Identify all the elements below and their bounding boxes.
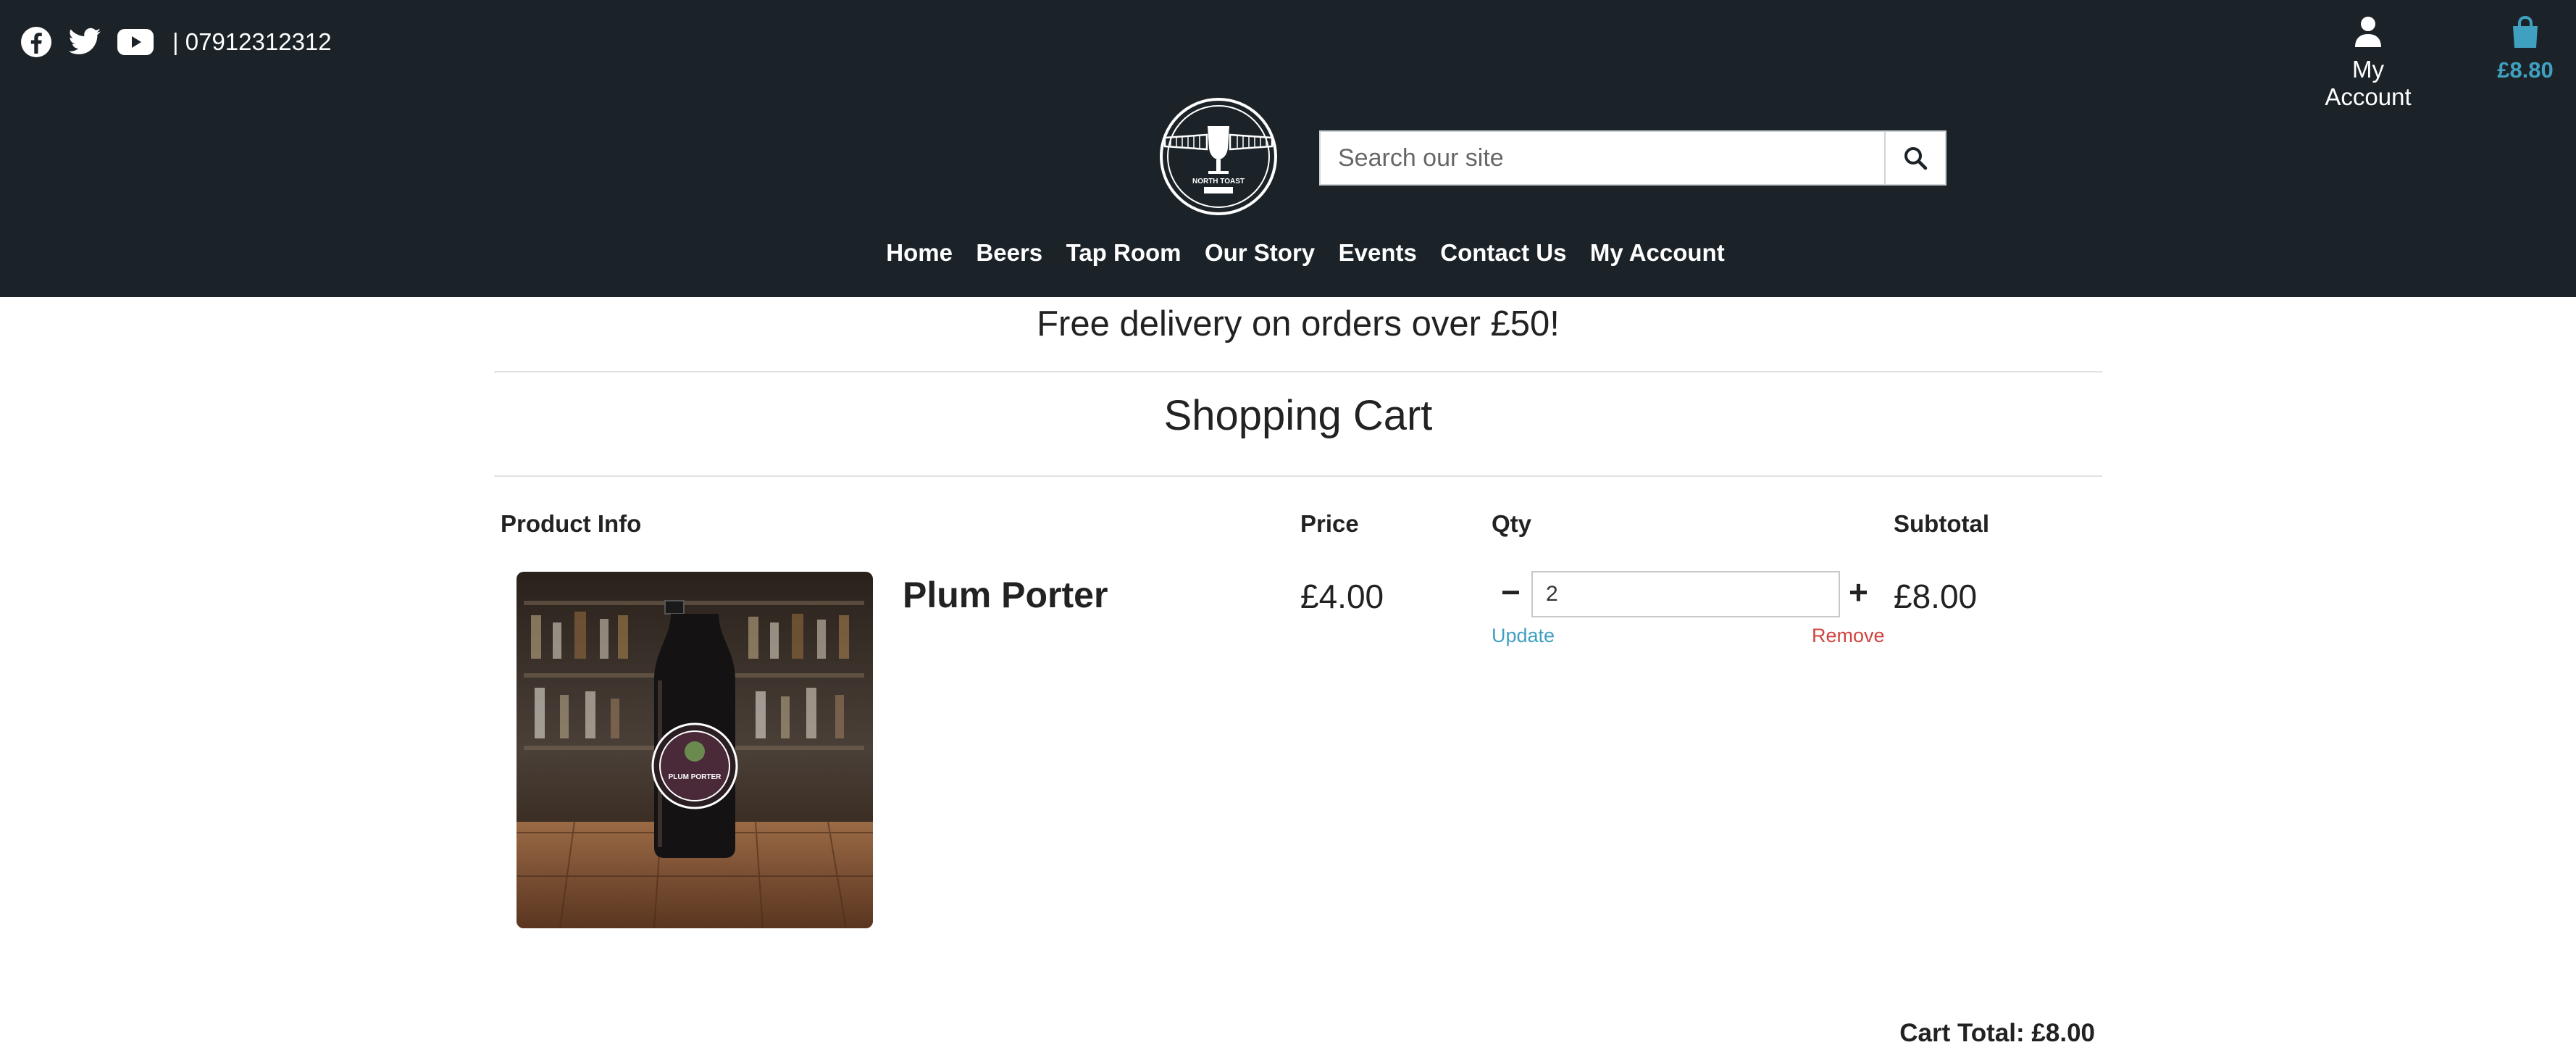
site-search [1319,130,1946,186]
nav-item-contact-us[interactable]: Contact Us [1440,239,1566,267]
brewery-logo[interactable]: NORTH TOAST [1159,97,1278,216]
site-header: | 07912312312 My Account £8.80 NORTH TOA… [0,0,2576,297]
account-label: My Account [2325,56,2412,110]
phone-number: | 07912312312 [172,28,332,55]
twitter-icon[interactable] [68,28,101,57]
header-account-link[interactable]: My Account [2307,16,2430,111]
column-header-subtotal: Subtotal [1894,510,1989,537]
header-cart-link[interactable]: £8.80 [2489,15,2562,83]
cart-amount: £8.80 [2497,57,2554,83]
nav-item-beers[interactable]: Beers [976,239,1042,267]
qty-increment-button[interactable]: + [1849,572,1868,612]
nav-item-home[interactable]: Home [886,239,953,267]
cart-total: Cart Total: £8.00 [1899,1019,2095,1047]
social-bar: | 07912312312 [20,22,332,62]
logo-text: NORTH TOAST [1192,178,1245,186]
line-subtotal: £8.00 [1894,578,1978,615]
search-icon [1904,147,1928,170]
product-name[interactable]: Plum Porter [903,574,1108,616]
column-header-price: Price [1300,510,1359,537]
search-button[interactable] [1884,132,1945,184]
nav-item-tap-room[interactable]: Tap Room [1066,239,1182,267]
user-icon [2355,17,2381,47]
facebook-icon[interactable] [20,26,52,58]
main-nav: Home Beers Tap Room Our Story Events Con… [0,239,2576,267]
divider [494,371,2102,372]
youtube-icon[interactable] [117,29,154,55]
search-input[interactable] [1321,132,1884,184]
nav-item-events[interactable]: Events [1339,239,1417,267]
promo-banner: Free delivery on orders over £50! [1037,304,1560,343]
remove-link[interactable]: Remove [1812,625,1885,647]
shopping-bag-icon [2513,15,2538,48]
product-price: £4.00 [1300,578,1384,615]
bottle-label-text: PLUM PORTER [669,773,722,781]
qty-decrement-button[interactable]: − [1501,572,1521,612]
column-header-product: Product Info [501,510,642,537]
qty-input[interactable] [1531,571,1840,617]
product-image[interactable]: PLUM PORTER [517,572,873,928]
nav-item-my-account[interactable]: My Account [1590,239,1725,267]
column-header-qty: Qty [1492,510,1532,537]
nav-item-our-story[interactable]: Our Story [1205,239,1315,267]
divider [494,475,2102,477]
update-link[interactable]: Update [1492,625,1555,647]
page-title: Shopping Cart [1163,392,1433,439]
